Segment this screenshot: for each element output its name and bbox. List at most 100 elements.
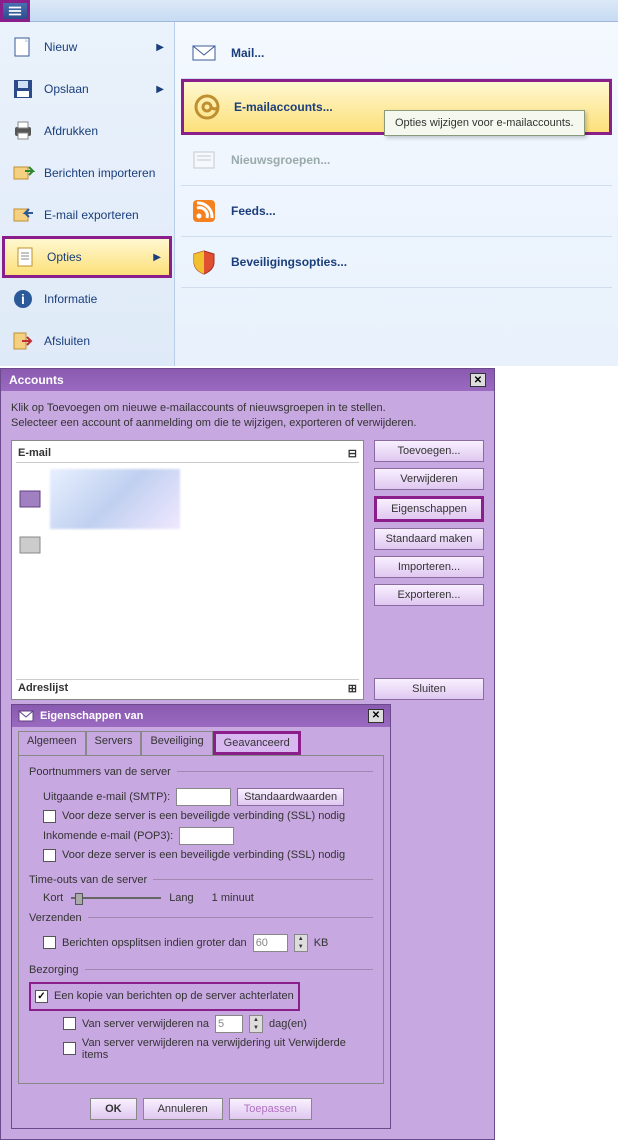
smtp-input[interactable] (176, 788, 231, 806)
exit-icon (10, 328, 36, 354)
std-values-button[interactable]: Standaardwaarden (237, 788, 344, 806)
menu-label: Afdrukken (44, 124, 164, 138)
app-menu-button[interactable] (0, 0, 30, 22)
keep-copy-checkbox[interactable] (35, 990, 48, 1003)
submenu-label: Beveiligingsopties... (231, 255, 347, 269)
chevron-right-icon: ▶ (156, 84, 164, 95)
left-menu-panel: Nieuw ▶ Opslaan ▶ Afdrukken Berichten im… (0, 22, 175, 366)
menu-nieuw[interactable]: Nieuw ▶ (2, 26, 172, 68)
dialog-buttons: OK Annuleren Toepassen (12, 1090, 390, 1128)
list-header-adreslijst: Adreslijst⊞ (16, 679, 359, 697)
properties-dialog: Eigenschappen van ✕ Algemeen Servers Bev… (11, 704, 391, 1129)
mail-icon (189, 38, 219, 68)
menu-opties[interactable]: Opties ▶ (2, 236, 172, 278)
tab-beveiliging[interactable]: Beveiliging (141, 731, 212, 755)
right-menu-panel: Mail... E-mailaccounts... Opties wijzige… (175, 22, 618, 366)
accounts-list[interactable]: E-mail⊟ Adreslijst⊞ (11, 440, 364, 700)
pop3-input[interactable] (179, 827, 234, 845)
menu-label: Nieuw (44, 40, 148, 54)
spin-buttons[interactable]: ▲▼ (294, 934, 308, 952)
keep-copy-highlight: Een kopie van berichten op de server ach… (29, 982, 300, 1011)
chevron-right-icon: ▶ (153, 252, 161, 263)
shield-icon (189, 247, 219, 277)
submenu-label: Mail... (231, 46, 264, 60)
close-button[interactable]: ✕ (470, 373, 486, 387)
props-title-text: Eigenschappen van (40, 710, 362, 722)
tab-geavanceerd[interactable]: Geavanceerd (213, 731, 301, 755)
submenu-nieuwsgroepen: Nieuwsgroepen... (181, 135, 612, 186)
new-icon (10, 34, 36, 60)
pop3-label: Inkomende e-mail (POP3): (43, 830, 173, 842)
accounts-dialog: Accounts ✕ Klik op Toevoegen om nieuwe e… (0, 368, 495, 1140)
timeout-group: Time-outs van de server Kort Lang 1 minu… (29, 874, 373, 904)
menu-label: Opties (47, 250, 145, 264)
delivery-group: Bezorging Een kopie van berichten op de … (29, 964, 373, 1065)
properties-button[interactable]: Eigenschappen (374, 496, 484, 522)
accounts-intro: Klik op Toevoegen om nieuwe e-mailaccoun… (11, 401, 484, 432)
chevron-right-icon: ▶ (156, 42, 164, 53)
info-icon: i (10, 286, 36, 312)
accounts-titlebar: Accounts ✕ (1, 369, 494, 391)
window-title-bar (0, 0, 618, 22)
mail-small-icon (18, 708, 34, 724)
default-button[interactable]: Standaard maken (374, 528, 484, 550)
file-menu: Nieuw ▶ Opslaan ▶ Afdrukken Berichten im… (0, 22, 618, 366)
svg-text:i: i (21, 291, 25, 307)
account-icon (18, 535, 42, 555)
smtp-label: Uitgaande e-mail (SMTP): (43, 791, 170, 803)
rss-icon (189, 196, 219, 226)
tab-algemeen[interactable]: Algemeen (18, 731, 86, 755)
submenu-mail[interactable]: Mail... (181, 28, 612, 79)
submenu-label: Nieuwsgroepen... (231, 153, 330, 167)
import-button[interactable]: Importeren... (374, 556, 484, 578)
submenu-feeds[interactable]: Feeds... (181, 186, 612, 237)
options-icon (13, 244, 39, 270)
import-icon (10, 160, 36, 186)
split-input[interactable] (253, 934, 288, 952)
send-group: Verzenden Berichten opsplitsen indien gr… (29, 912, 373, 956)
split-checkbox[interactable] (43, 936, 56, 949)
menu-label: Afsluiten (44, 334, 164, 348)
menu-afdrukken[interactable]: Afdrukken (2, 110, 172, 152)
cancel-button[interactable]: Annuleren (143, 1098, 223, 1120)
save-icon (10, 76, 36, 102)
menu-label: Berichten importeren (44, 166, 164, 180)
tabs: Algemeen Servers Beveiliging Geavanceerd (12, 727, 390, 755)
tab-servers[interactable]: Servers (86, 731, 142, 755)
export-button[interactable]: Exporteren... (374, 584, 484, 606)
menu-informatie[interactable]: i Informatie (2, 278, 172, 320)
submenu-label: E-mailaccounts... (234, 100, 333, 114)
menu-import[interactable]: Berichten importeren (2, 152, 172, 194)
accounts-buttons: Toevoegen... Verwijderen Eigenschappen S… (374, 440, 484, 700)
submenu-label: Feeds... (231, 204, 276, 218)
submenu-beveiliging[interactable]: Beveiligingsopties... (181, 237, 612, 288)
account-entry-blurred[interactable] (50, 469, 180, 529)
props-titlebar: Eigenschappen van ✕ (12, 705, 390, 727)
close-button-dlg[interactable]: Sluiten (374, 678, 484, 700)
add-button[interactable]: Toevoegen... (374, 440, 484, 462)
account-icon (18, 489, 42, 509)
list-header-email: E-mail⊟ (16, 445, 359, 463)
print-icon (10, 118, 36, 144)
apply-button[interactable]: Toepassen (229, 1098, 312, 1120)
menu-label: Informatie (44, 292, 164, 306)
export-icon (10, 202, 36, 228)
port-group: Poortnummers van de server Uitgaande e-m… (29, 766, 373, 866)
at-icon (192, 92, 222, 122)
ssl-out-checkbox[interactable] (43, 810, 56, 823)
menu-export[interactable]: E-mail exporteren (2, 194, 172, 236)
submenu-emailaccounts[interactable]: E-mailaccounts... Opties wijzigen voor e… (181, 79, 612, 135)
ok-button[interactable]: OK (90, 1098, 137, 1120)
close-button[interactable]: ✕ (368, 709, 384, 723)
timeout-slider[interactable] (71, 897, 161, 899)
news-icon (189, 145, 219, 175)
remove-button[interactable]: Verwijderen (374, 468, 484, 490)
menu-label: Opslaan (44, 82, 148, 96)
remove-deleted-checkbox[interactable] (63, 1042, 76, 1055)
accounts-title-text: Accounts (9, 373, 64, 387)
menu-label: E-mail exporteren (44, 208, 164, 222)
menu-afsluiten[interactable]: Afsluiten (2, 320, 172, 362)
tooltip: Opties wijzigen voor e-mailaccounts. (384, 110, 585, 136)
menu-opslaan[interactable]: Opslaan ▶ (2, 68, 172, 110)
ssl-in-checkbox[interactable] (43, 849, 56, 862)
